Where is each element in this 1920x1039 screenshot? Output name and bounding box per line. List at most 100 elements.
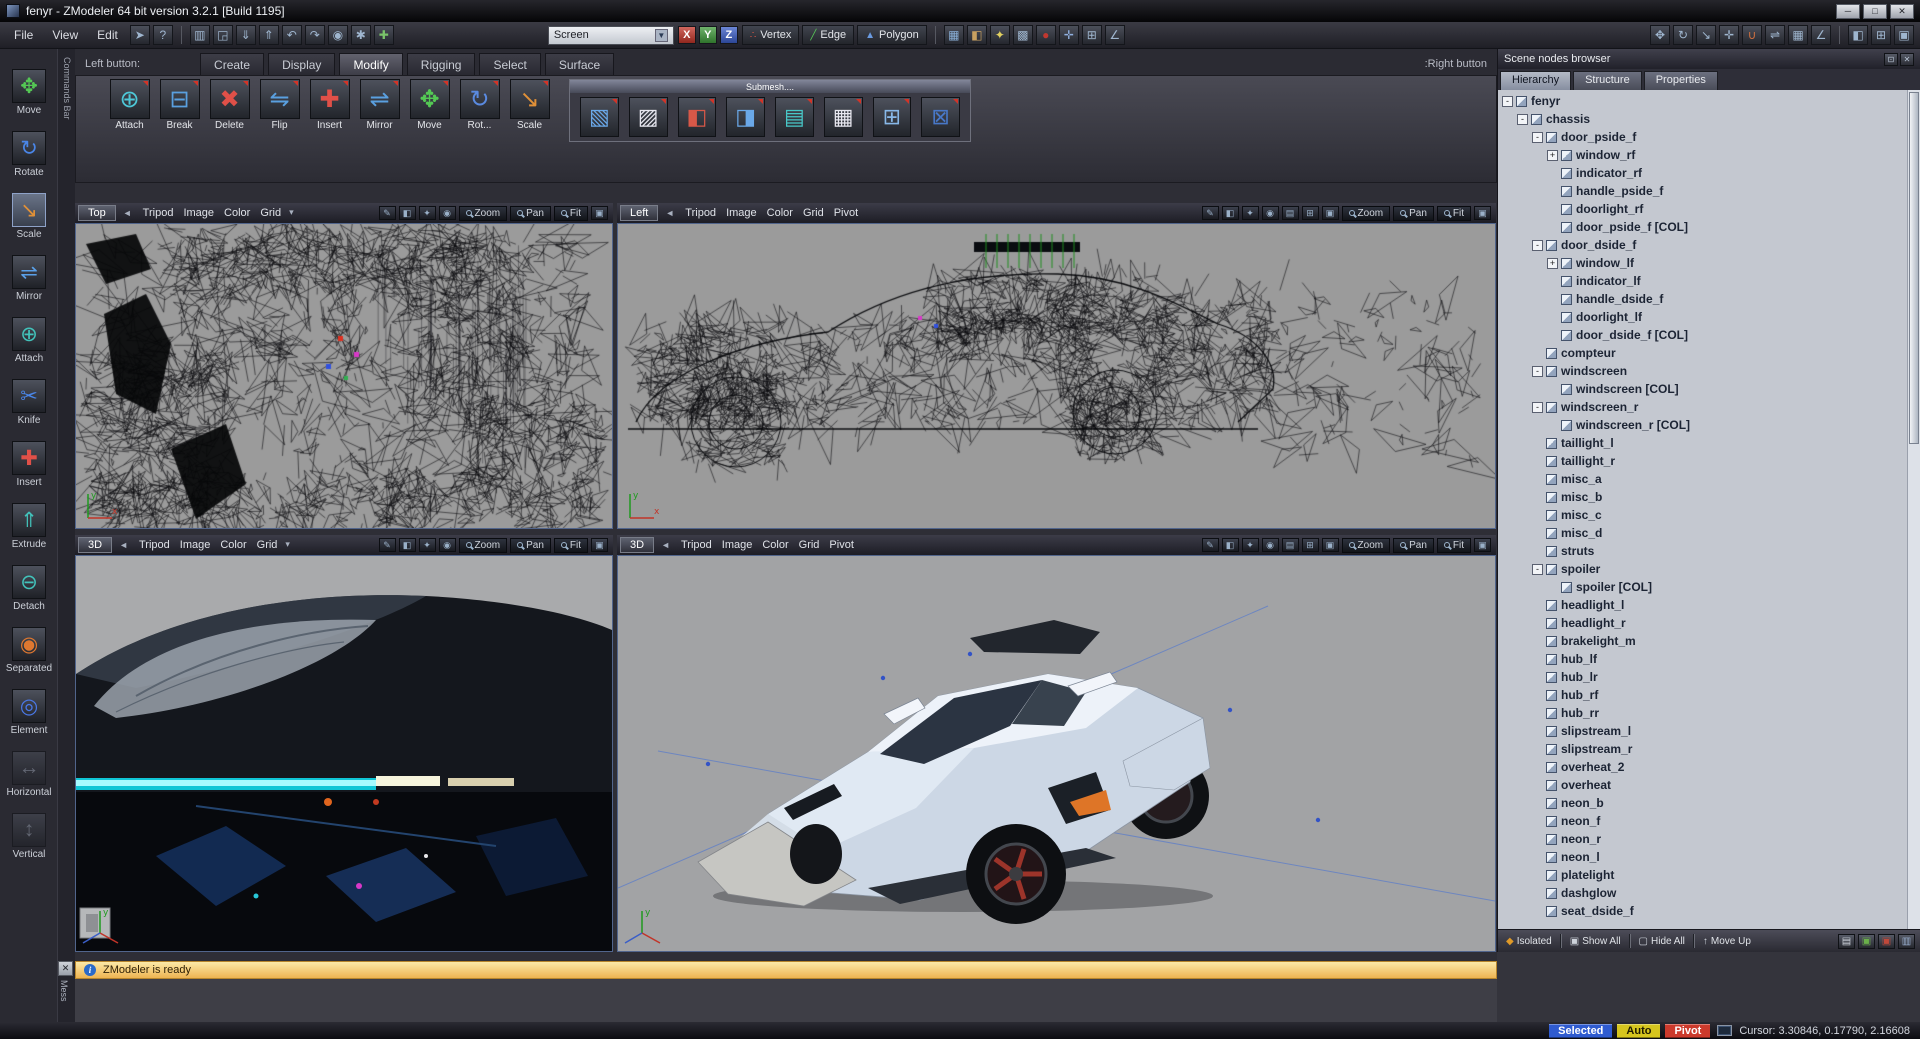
marker-icon[interactable]: ● bbox=[1036, 25, 1056, 45]
rotate-mini-icon[interactable]: ↻ bbox=[1673, 25, 1693, 45]
viewport-menu-tripod[interactable]: Tripod bbox=[139, 207, 178, 219]
camera-icon[interactable]: ◉ bbox=[439, 206, 456, 220]
screen-dropdown[interactable]: Screen ▼ bbox=[548, 26, 674, 45]
submesh-detach-icon[interactable]: ◧ bbox=[678, 97, 717, 137]
viewport-menu-image[interactable]: Image bbox=[718, 539, 757, 551]
tree-scrollbar[interactable] bbox=[1907, 90, 1920, 929]
wireframe-icon[interactable]: ✎ bbox=[1202, 538, 1219, 552]
expand-icon[interactable]: + bbox=[1547, 150, 1558, 161]
export-icon[interactable]: ⇑ bbox=[259, 25, 279, 45]
tree-item[interactable]: -fenyr bbox=[1498, 92, 1920, 110]
collapse-icon[interactable]: - bbox=[1532, 240, 1543, 251]
redo-icon[interactable]: ↷ bbox=[305, 25, 325, 45]
tree-item[interactable]: neon_l bbox=[1498, 848, 1920, 866]
footer-move-up-button[interactable]: ↑Move Up bbox=[1700, 935, 1754, 948]
sidebar-element-tool[interactable]: ◎Element bbox=[3, 689, 55, 736]
maximize-button[interactable]: □ bbox=[1863, 4, 1887, 19]
shading-icon[interactable]: ◧ bbox=[1222, 206, 1239, 220]
close-panel-icon[interactable]: ✕ bbox=[1900, 53, 1914, 66]
viewport-pan-control[interactable]: Pan bbox=[1393, 538, 1434, 553]
viewport-pan-control[interactable]: Pan bbox=[510, 206, 551, 221]
toolbar-scale-button[interactable]: ↘Scale bbox=[506, 79, 553, 131]
tree-item[interactable]: taillight_r bbox=[1498, 452, 1920, 470]
grid-snap-icon[interactable]: ⊞ bbox=[1082, 25, 1102, 45]
sidebar-knife-tool[interactable]: ✂Knife bbox=[3, 379, 55, 426]
mode-edge-button[interactable]: ╱Edge bbox=[802, 25, 854, 45]
tree-item[interactable]: door_pside_f [COL] bbox=[1498, 218, 1920, 236]
submesh-grid-icon[interactable]: ⊠ bbox=[921, 97, 960, 137]
tree-item[interactable]: +window_rf bbox=[1498, 146, 1920, 164]
local-axes-icon[interactable]: ✛ bbox=[1059, 25, 1079, 45]
tree-item[interactable]: hub_lr bbox=[1498, 668, 1920, 686]
hide-state-icon[interactable]: ▣ bbox=[1878, 934, 1895, 949]
tab-surface[interactable]: Surface bbox=[545, 53, 614, 75]
viewport-menu-more-icon[interactable]: ▾ bbox=[287, 207, 296, 219]
tab-rigging[interactable]: Rigging bbox=[407, 53, 476, 75]
layers-icon[interactable]: ▤ bbox=[1282, 538, 1299, 552]
tree-item[interactable]: hub_rf bbox=[1498, 686, 1920, 704]
sidebar-extrude-tool[interactable]: ⇑Extrude bbox=[3, 503, 55, 550]
scale-mini-icon[interactable]: ↘ bbox=[1696, 25, 1716, 45]
toolbar-attach-button[interactable]: ⊕Attach bbox=[106, 79, 153, 131]
viewport-menu-image[interactable]: Image bbox=[176, 539, 215, 551]
sidebar-scale-tool[interactable]: ↘Scale bbox=[3, 193, 55, 240]
camera-icon[interactable]: ◉ bbox=[1262, 206, 1279, 220]
close-button[interactable]: ✕ bbox=[1890, 4, 1914, 19]
viewport-menu-color[interactable]: Color bbox=[216, 539, 250, 551]
viewport-name[interactable]: 3D bbox=[78, 537, 112, 553]
viewport-menu-image[interactable]: Image bbox=[179, 207, 218, 219]
viewport-pan-control[interactable]: Pan bbox=[1393, 206, 1434, 221]
menu-view[interactable]: View bbox=[44, 26, 86, 44]
tab-modify[interactable]: Modify bbox=[339, 53, 402, 75]
save-icon[interactable]: ◲ bbox=[213, 25, 233, 45]
sidebar-horizontal-tool[interactable]: ↔Horizontal bbox=[3, 751, 55, 798]
tab-display[interactable]: Display bbox=[268, 53, 335, 75]
viewport-menu-more-icon[interactable]: ▾ bbox=[283, 539, 292, 551]
viewport-maximize-icon[interactable]: ▣ bbox=[591, 206, 608, 220]
toolbar-insert-button[interactable]: ✚Insert bbox=[306, 79, 353, 131]
mirror-mini-icon[interactable]: ⇌ bbox=[1765, 25, 1785, 45]
measure-icon[interactable]: ∠ bbox=[1811, 25, 1831, 45]
viewport-name[interactable]: 3D bbox=[620, 537, 654, 553]
tree-item[interactable]: spoiler [COL] bbox=[1498, 578, 1920, 596]
tree-item[interactable]: doorlight_rf bbox=[1498, 200, 1920, 218]
toolbar-delete-button[interactable]: ✖Delete bbox=[206, 79, 253, 131]
toolbar-rot-button[interactable]: ↻Rot... bbox=[456, 79, 503, 131]
footer-hide-all-button[interactable]: ▢Hide All bbox=[1636, 935, 1688, 948]
shading-icon[interactable]: ◧ bbox=[399, 538, 416, 552]
import-icon[interactable]: ⇓ bbox=[236, 25, 256, 45]
tree-item[interactable]: neon_b bbox=[1498, 794, 1920, 812]
tree-item[interactable]: -chassis bbox=[1498, 110, 1920, 128]
tree-item[interactable]: seat_dside_f bbox=[1498, 902, 1920, 920]
move-mini-icon[interactable]: ✥ bbox=[1650, 25, 1670, 45]
toolbar-break-button[interactable]: ⊟Break bbox=[156, 79, 203, 131]
list-view-icon[interactable]: ▤ bbox=[1838, 934, 1855, 949]
show-state-icon[interactable]: ▣ bbox=[1858, 934, 1875, 949]
axis-y-button[interactable]: Y bbox=[699, 26, 717, 44]
submesh-knife-icon[interactable]: ▦ bbox=[824, 97, 863, 137]
viewport-menu-color[interactable]: Color bbox=[220, 207, 254, 219]
messages-tab[interactable]: Mess bbox=[59, 980, 69, 1002]
collapse-icon[interactable]: - bbox=[1532, 132, 1543, 143]
sidebar-separated-tool[interactable]: ◉Separated bbox=[3, 627, 55, 674]
footer-isolated-button[interactable]: ◆Isolated bbox=[1503, 935, 1555, 948]
info-overlay-icon[interactable]: ▣ bbox=[1322, 206, 1339, 220]
viewport-menu-image[interactable]: Image bbox=[722, 207, 761, 219]
viewport-menu-tripod[interactable]: Tripod bbox=[681, 207, 720, 219]
viewport-fit-control[interactable]: Fit bbox=[1437, 206, 1471, 221]
tree-item[interactable]: hub_rr bbox=[1498, 704, 1920, 722]
menu-file[interactable]: File bbox=[6, 26, 41, 44]
viewport-menu-grid[interactable]: Grid bbox=[256, 207, 285, 219]
sidebar-mirror-tool[interactable]: ⇌Mirror bbox=[3, 255, 55, 302]
tree-item[interactable]: neon_r bbox=[1498, 830, 1920, 848]
viewport-zoom-control[interactable]: Zoom bbox=[459, 538, 508, 553]
tree-item[interactable]: slipstream_r bbox=[1498, 740, 1920, 758]
layout-icon[interactable]: ◧ bbox=[1848, 25, 1868, 45]
viewport-maximize-icon[interactable]: ▣ bbox=[1474, 206, 1491, 220]
help-icon[interactable]: ? bbox=[153, 25, 173, 45]
viewport-back-icon[interactable]: ◄ bbox=[659, 540, 672, 550]
sidebar-attach-tool[interactable]: ⊕Attach bbox=[3, 317, 55, 364]
wireframe-icon[interactable]: ✎ bbox=[1202, 206, 1219, 220]
viewport-back-icon[interactable]: ◄ bbox=[117, 540, 130, 550]
tree-item[interactable]: misc_d bbox=[1498, 524, 1920, 542]
